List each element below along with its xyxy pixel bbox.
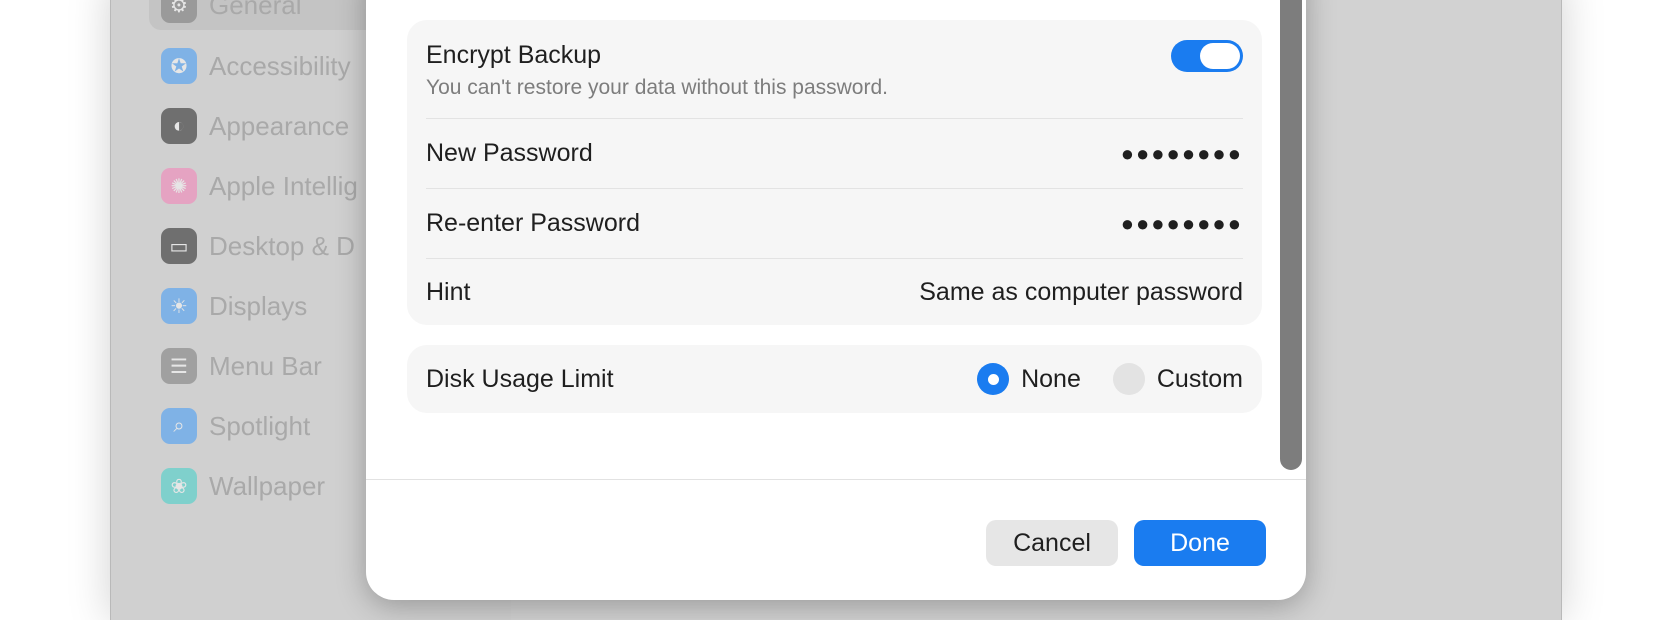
backup-options-sheet: Encrypt Backup You can't restore your da…	[366, 0, 1306, 600]
scrollbar[interactable]	[1280, 0, 1302, 470]
flower-icon: ❀	[161, 468, 197, 504]
radio-custom-label: Custom	[1156, 364, 1243, 393]
toggle-knob	[1200, 43, 1240, 69]
reenter-password-row: Re-enter Password ●●●●●●●●	[426, 189, 1243, 258]
sun-icon: ☀	[161, 288, 197, 324]
new-password-label: New Password	[426, 139, 593, 167]
encrypt-backup-toggle[interactable]	[1171, 40, 1243, 72]
sidebar-item-general[interactable]: ⚙ General	[149, 0, 379, 30]
disk-usage-group: Disk Usage Limit None Custom	[407, 345, 1262, 413]
sidebar-item-label: Wallpaper	[209, 470, 326, 501]
menu-bar-icon: ☰	[161, 348, 197, 384]
sidebar-item-label: Displays	[209, 290, 308, 321]
cancel-button[interactable]: Cancel	[986, 520, 1118, 566]
done-button[interactable]: Done	[1134, 520, 1266, 566]
sidebar-item-label: General	[209, 0, 302, 20]
magnifier-icon: ⌕	[161, 408, 197, 444]
accessibility-icon: ✪	[161, 48, 197, 84]
disk-usage-label: Disk Usage Limit	[426, 364, 614, 393]
reenter-password-label: Re-enter Password	[426, 209, 640, 237]
hint-label: Hint	[426, 277, 471, 306]
radio-none[interactable]: None	[977, 363, 1081, 395]
encrypt-backup-label: Encrypt Backup	[426, 40, 602, 69]
sidebar-item-label: Spotlight	[209, 410, 311, 441]
radio-none-label: None	[1021, 364, 1081, 393]
new-password-row: New Password ●●●●●●●●	[426, 119, 1243, 188]
radio-custom[interactable]: Custom	[1112, 363, 1243, 395]
disk-usage-row: Disk Usage Limit None Custom	[426, 345, 1243, 413]
encrypt-backup-subtitle: You can't restore your data without this…	[426, 75, 888, 99]
encrypt-backup-row: Encrypt Backup You can't restore your da…	[426, 35, 1243, 105]
reenter-password-field[interactable]: ●●●●●●●●	[1121, 211, 1243, 237]
gear-icon: ⚙	[161, 0, 197, 23]
sidebar-item-label: Desktop & D	[209, 230, 355, 261]
apple-intelligence-icon: ✺	[161, 168, 197, 204]
radio-none-control[interactable]	[977, 363, 1010, 395]
desktop-dock-icon: ▭	[161, 228, 197, 264]
new-password-field[interactable]: ●●●●●●●●	[1121, 141, 1243, 167]
sidebar-item-label: Menu Bar	[209, 350, 322, 381]
sidebar-item-label: Apple Intellig	[209, 170, 358, 201]
appearance-icon: ◐	[161, 108, 197, 144]
sidebar-item-label: Accessibility	[209, 50, 351, 81]
radio-custom-control[interactable]	[1112, 363, 1145, 395]
footer-divider	[366, 479, 1306, 480]
hint-field[interactable]: Same as computer password	[919, 278, 1243, 307]
hint-row: Hint Same as computer password	[426, 259, 1243, 325]
sidebar-item-label: Appearance	[209, 110, 350, 141]
encryption-group: Encrypt Backup You can't restore your da…	[407, 20, 1262, 325]
